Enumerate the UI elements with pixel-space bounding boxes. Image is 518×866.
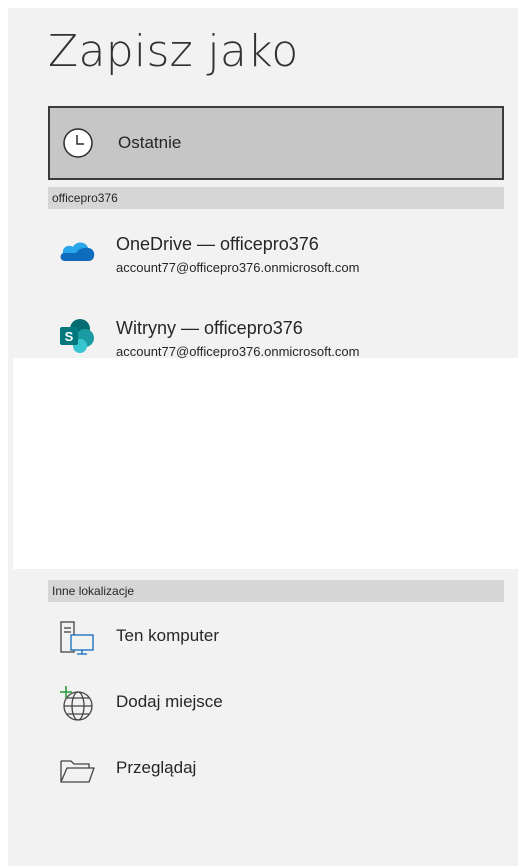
- browse-label: Przeglądaj: [116, 758, 197, 777]
- sharepoint-title: Witryny — officepro376: [116, 318, 303, 338]
- page-title: Zapisz jako: [48, 26, 299, 77]
- location-add-place[interactable]: Dodaj miejsce: [48, 677, 504, 729]
- recent-button[interactable]: Ostatnie: [48, 106, 504, 180]
- this-pc-label: Ten komputer: [116, 626, 219, 645]
- onedrive-icon: [60, 242, 95, 261]
- other-locations-header: Inne lokalizacje: [48, 580, 504, 602]
- computer-icon: [60, 621, 94, 655]
- place-sharepoint-sites[interactable]: S Witryny — officepro376 account77@offic…: [48, 312, 504, 360]
- svg-text:S: S: [65, 329, 74, 344]
- folder-icon: [60, 760, 95, 783]
- place-onedrive[interactable]: OneDrive — officepro376 account77@office…: [48, 228, 504, 284]
- sharepoint-account: account77@officepro376.onmicrosoft.com: [116, 344, 360, 359]
- add-place-label: Dodaj miejsce: [116, 692, 223, 711]
- sharepoint-icon: S: [60, 319, 94, 353]
- account-section-header: officepro376: [48, 187, 504, 209]
- blank-region: [13, 358, 518, 569]
- clock-icon: [63, 128, 93, 158]
- onedrive-account: account77@officepro376.onmicrosoft.com: [116, 260, 360, 275]
- location-this-pc[interactable]: Ten komputer: [48, 611, 504, 663]
- add-place-globe-icon: [60, 686, 93, 721]
- location-browse[interactable]: Przeglądaj: [48, 743, 504, 795]
- onedrive-title: OneDrive — officepro376: [116, 234, 319, 254]
- recent-label: Ostatnie: [118, 133, 182, 152]
